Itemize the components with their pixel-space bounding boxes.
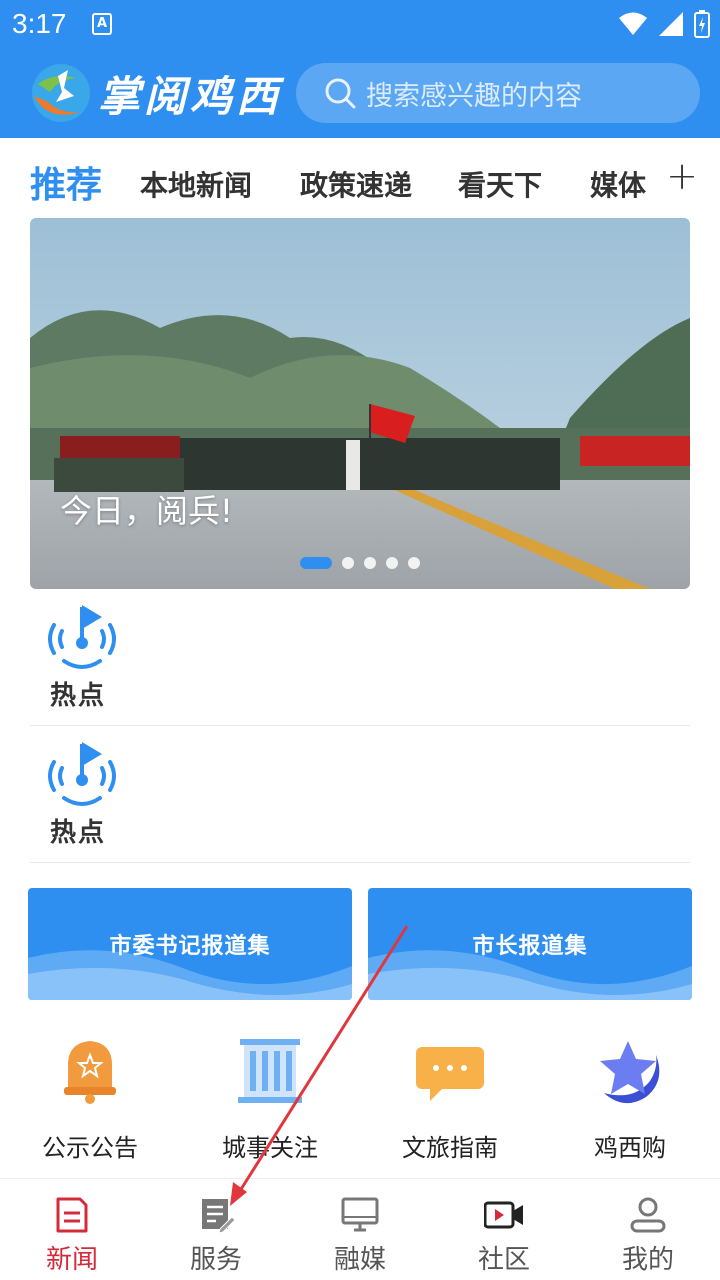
card-label: 市委书记报道集 [109,933,271,959]
service-announcements[interactable]: 公示公告 [0,1035,180,1165]
nav-label: 我的 [621,1245,674,1275]
tab-world[interactable]: 看天下 [458,164,542,204]
chat-bubble-icon [416,1047,484,1101]
card-label: 市长报道集 [472,933,588,959]
app-header: 3:17 A 掌阅鸡西 搜索感兴趣的内容 [0,0,720,138]
status-bar: 3:17 A [0,0,720,50]
monitor-icon [341,1197,379,1232]
service-city-focus[interactable]: 城事关注 [180,1035,360,1165]
mayor-report-card[interactable]: 市长报道集 [368,888,692,1000]
notification-icon: A [92,13,112,35]
status-icons [618,10,710,38]
nav-community[interactable]: 社区 [432,1179,576,1280]
carousel-dot[interactable] [408,557,420,569]
carousel-dot[interactable] [364,557,376,569]
bell-icon [64,1041,116,1104]
category-tabs: 推荐 本地新闻 政策速递 看天下 媒体 + [0,138,720,218]
add-tab-button[interactable]: + [666,154,698,198]
nav-label: 新闻 [45,1245,98,1275]
user-icon [630,1197,666,1233]
hotspot-label: 热点 [50,681,107,711]
search-bar[interactable]: 搜索感兴趣的内容 [296,63,700,123]
service-jixi-shopping[interactable]: 鸡西购 [540,1035,720,1165]
carousel-dot[interactable] [386,557,398,569]
nav-label: 服务 [189,1245,242,1275]
video-icon [484,1201,523,1229]
tab-recommend[interactable]: 推荐 [30,156,102,208]
tab-policy[interactable]: 政策速递 [300,164,412,204]
service-tourism-guide[interactable]: 文旅指南 [360,1035,540,1165]
tab-media[interactable]: 媒体 [590,164,646,204]
building-icon [238,1039,302,1103]
service-label: 城事关注 [222,1134,318,1162]
search-placeholder: 搜索感兴趣的内容 [366,80,582,112]
star-icon [600,1041,660,1104]
service-edit-icon [202,1199,236,1234]
party-secretary-report-card[interactable]: 市委书记报道集 [28,888,352,1000]
app-logo[interactable]: 掌阅鸡西 [30,62,282,124]
status-time: 3:17 [12,8,67,39]
signal-icon [659,12,683,36]
banner-carousel[interactable]: 今日，阅兵! [30,218,690,589]
logo-mark-icon [32,64,90,122]
nav-label: 融媒 [333,1245,386,1275]
news-doc-icon [56,1197,88,1233]
service-label: 鸡西购 [594,1134,666,1162]
service-label: 文旅指南 [402,1134,498,1162]
carousel-dot[interactable] [342,557,354,569]
nav-profile[interactable]: 我的 [576,1179,720,1280]
hotspot-label: 热点 [50,818,107,848]
carousel-dot-active[interactable] [300,557,332,569]
tab-local-news[interactable]: 本地新闻 [140,164,252,204]
bottom-navigation: 新闻 服务 融媒 社区 我的 [0,1178,720,1280]
banner-caption: 今日，阅兵! [60,492,233,530]
wifi-icon [619,12,647,35]
hot-news-item[interactable]: 热点 [30,726,690,863]
nav-media[interactable]: 融媒 [288,1179,432,1280]
battery-icon [694,10,710,38]
hot-news-item[interactable]: 热点 [30,589,690,726]
carousel-indicator [300,557,420,569]
search-icon [325,78,356,109]
logo-text: 掌阅鸡西 [98,71,283,121]
nav-news[interactable]: 新闻 [0,1179,144,1280]
service-label: 公示公告 [42,1134,138,1162]
banner-image [30,218,690,589]
nav-label: 社区 [477,1245,530,1275]
nav-service[interactable]: 服务 [144,1179,288,1280]
